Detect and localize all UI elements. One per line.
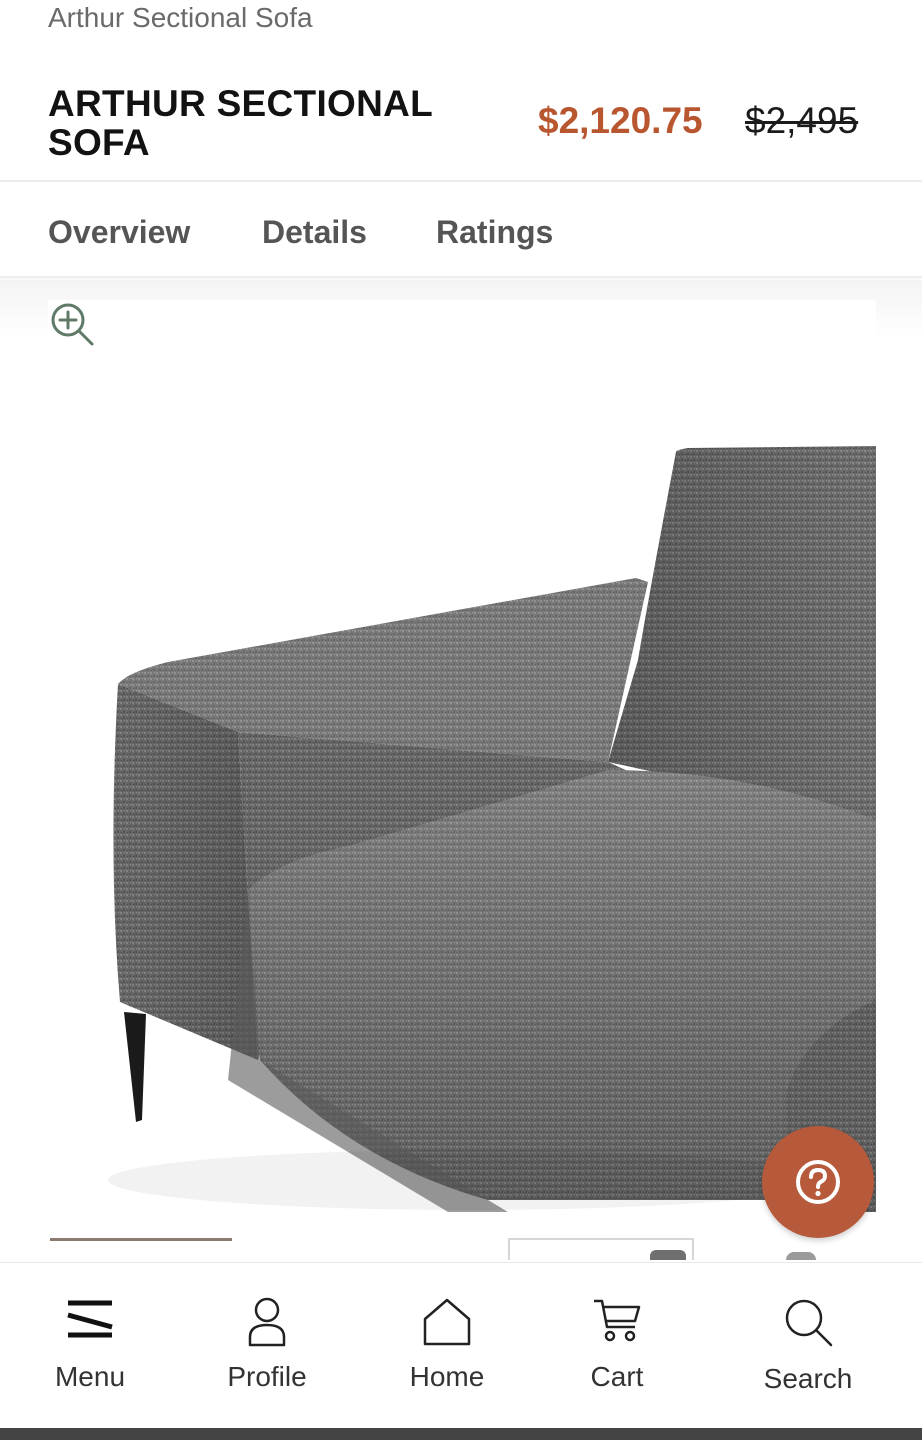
product-title: ARTHUR SECTIONAL SOFA — [48, 83, 433, 163]
bottom-bar — [0, 1428, 922, 1440]
nav-search[interactable]: Search — [748, 1263, 868, 1429]
nav-cart-label: Cart — [590, 1361, 644, 1392]
search-icon — [785, 1299, 833, 1347]
nav-home[interactable]: Home — [387, 1263, 507, 1429]
sale-price: $2,120.75 — [538, 100, 703, 141]
product-image[interactable] — [48, 300, 876, 1212]
thumbnail[interactable] — [50, 1238, 232, 1260]
product-header: ARTHUR SECTIONAL SOFA $2,120.75 $2,495 — [0, 60, 922, 182]
thumbnail-image — [786, 1252, 816, 1260]
zoom-in-icon[interactable] — [48, 300, 96, 348]
nav-home-label: Home — [409, 1361, 485, 1392]
bottom-navigation: Menu Profile Home Cart Search — [0, 1262, 922, 1428]
breadcrumb[interactable]: Arthur Sectional Sofa — [48, 0, 313, 36]
product-tabs: Overview Details Ratings — [0, 184, 922, 278]
thumbnail[interactable] — [782, 1238, 822, 1260]
user-icon — [248, 1297, 286, 1347]
product-gallery — [0, 280, 922, 1260]
nav-search-label: Search — [763, 1363, 853, 1394]
menu-icon — [67, 1300, 113, 1338]
tab-details[interactable]: Details — [262, 214, 367, 251]
tab-overview[interactable]: Overview — [48, 214, 190, 251]
nav-cart[interactable]: Cart — [557, 1263, 677, 1429]
tab-ratings[interactable]: Ratings — [436, 214, 553, 251]
thumbnail-strip — [0, 1232, 922, 1260]
nav-profile-label: Profile — [227, 1361, 307, 1392]
nav-menu[interactable]: Menu — [30, 1263, 150, 1429]
thumbnail[interactable] — [508, 1238, 694, 1260]
original-price: $2,495 — [745, 100, 859, 141]
home-icon — [423, 1298, 471, 1346]
nav-profile[interactable]: Profile — [207, 1263, 327, 1429]
sofa-image — [108, 446, 876, 1212]
help-button[interactable] — [762, 1126, 874, 1238]
cart-icon — [594, 1299, 641, 1342]
question-mark-icon — [796, 1160, 840, 1204]
nav-menu-label: Menu — [54, 1361, 126, 1392]
thumbnail-image — [650, 1250, 686, 1260]
